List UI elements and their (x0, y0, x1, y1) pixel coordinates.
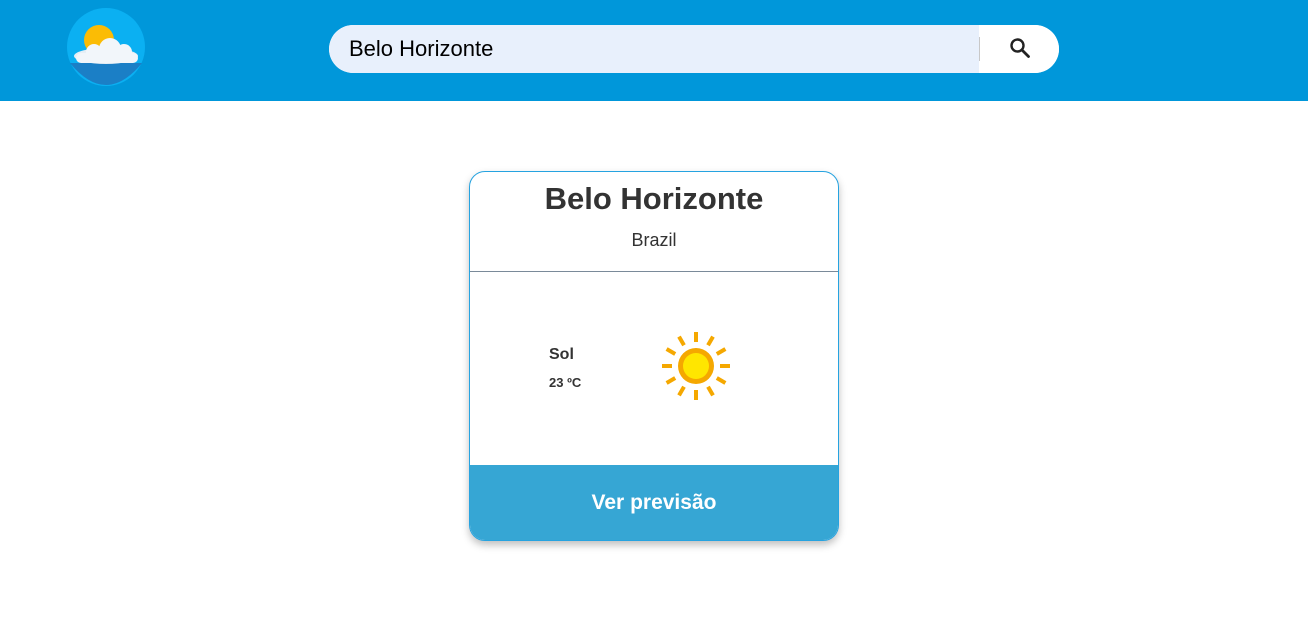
search-icon (1009, 37, 1031, 62)
city-name: Belo Horizonte (544, 181, 764, 216)
header (0, 0, 1308, 101)
search-bar (329, 25, 1059, 73)
sun-cloud-logo-icon[interactable] (66, 7, 146, 87)
weather-condition: Sol (549, 346, 574, 363)
search-button[interactable] (980, 25, 1059, 73)
temperature: 23 ºC (549, 375, 582, 390)
search-input[interactable] (329, 25, 979, 73)
forecast-button[interactable]: Ver previsão (470, 465, 838, 540)
weather-card: Belo Horizonte Brazil Sol 23 ºC Ver prev… (469, 171, 839, 541)
country-name: Brazil (631, 230, 677, 250)
card-divider (470, 271, 838, 272)
sun-icon (660, 330, 732, 402)
